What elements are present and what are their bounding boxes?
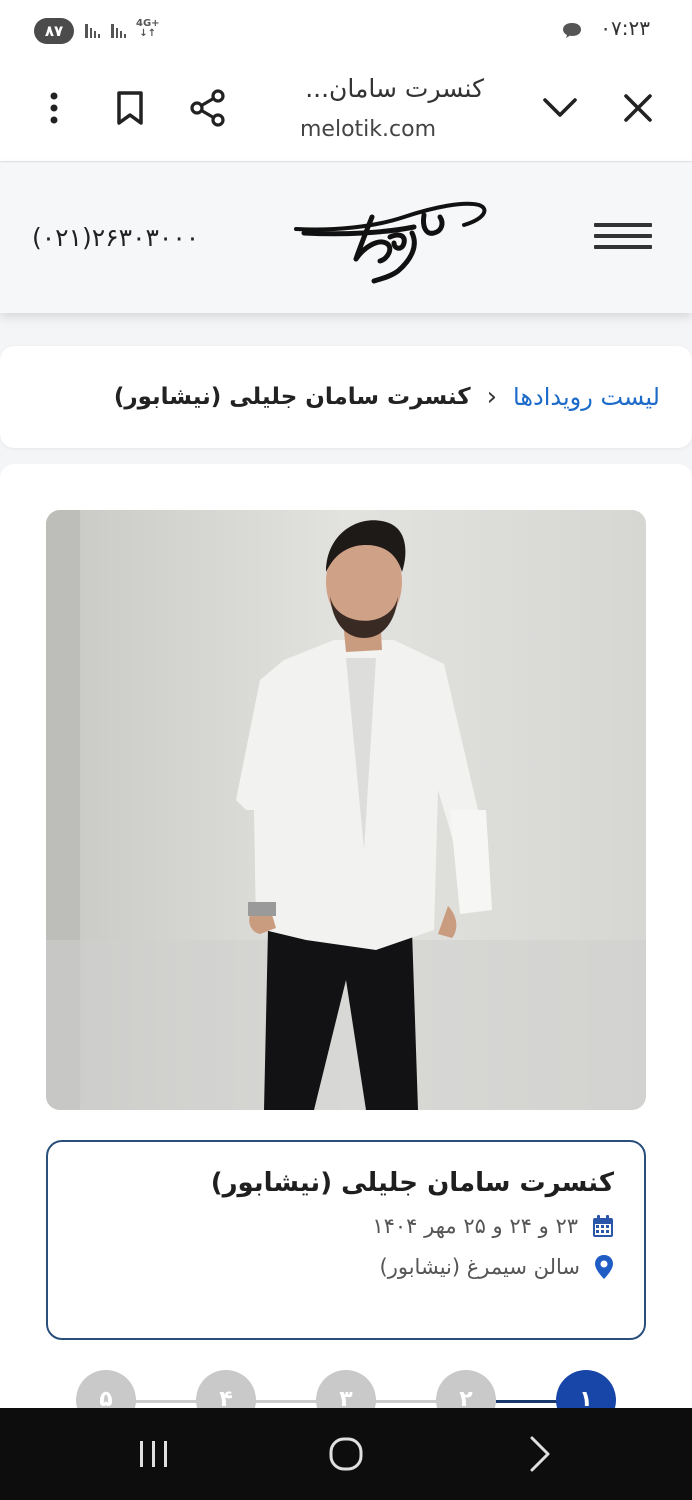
event-venue-row: سالن سیمرغ (نیشابور)	[78, 1254, 614, 1280]
signal-icon	[84, 20, 104, 44]
navigation-bar	[0, 1408, 692, 1500]
phone-number[interactable]: (۰۲۱)۲۶۳۰۳۰۰۰	[32, 223, 199, 252]
site-header: (۰۲۱)۲۶۳۰۳۰۰۰	[0, 163, 692, 313]
breadcrumb-link-events[interactable]: لیست رویدادها	[513, 383, 660, 411]
event-venue[interactable]: سالن سیمرغ (نیشابور)	[380, 1255, 580, 1279]
bookmark-icon[interactable]	[108, 86, 152, 130]
breadcrumb-current: کنسرت سامان جلیلی (نیشابور)	[113, 384, 471, 410]
battery-icon: ۸۷	[34, 18, 74, 44]
back-icon[interactable]	[520, 1434, 560, 1474]
hamburger-menu-icon[interactable]	[594, 223, 652, 253]
browser-toolbar: کنسرت سامان... melotik.com	[0, 62, 692, 162]
event-title: کنسرت سامان جلیلی (نیشابور)	[210, 1168, 614, 1198]
recent-apps-icon[interactable]	[134, 1434, 174, 1474]
event-info-box: کنسرت سامان جلیلی (نیشابور) ۲۳ و ۲۴ و ۲۵…	[46, 1140, 646, 1340]
artist-photo	[46, 510, 646, 1110]
signal-icon	[110, 20, 130, 44]
message-icon	[563, 23, 581, 38]
event-dates: ۲۳ و ۲۴ و ۲۵ مهر ۱۴۰۴	[372, 1214, 578, 1238]
event-dates-row: ۲۳ و ۲۴ و ۲۵ مهر ۱۴۰۴	[78, 1214, 614, 1238]
more-vertical-icon[interactable]	[32, 86, 76, 130]
page-domain: melotik.com	[300, 117, 436, 142]
share-icon[interactable]	[186, 86, 230, 130]
logo[interactable]	[294, 187, 494, 287]
page-title: کنسرت سامان...	[305, 74, 484, 103]
location-pin-icon	[595, 1255, 613, 1279]
chevron-down-icon[interactable]	[538, 86, 582, 130]
network-icon: 4G+ ↓↑	[136, 18, 160, 39]
event-card: کنسرت سامان جلیلی (نیشابور) ۲۳ و ۲۴ و ۲۵…	[0, 464, 692, 1430]
calendar-icon	[593, 1215, 613, 1237]
close-icon[interactable]	[616, 86, 660, 130]
breadcrumb: لیست رویدادها ‹ کنسرت سامان جلیلی (نیشاب…	[0, 346, 692, 448]
status-bar: ۸۷ 4G+ ↓↑ ۰۷:۲۳	[0, 0, 692, 62]
clock: ۰۷:۲۳	[600, 16, 650, 40]
home-icon[interactable]	[326, 1434, 366, 1474]
chevron-left-icon: ‹	[486, 382, 498, 412]
